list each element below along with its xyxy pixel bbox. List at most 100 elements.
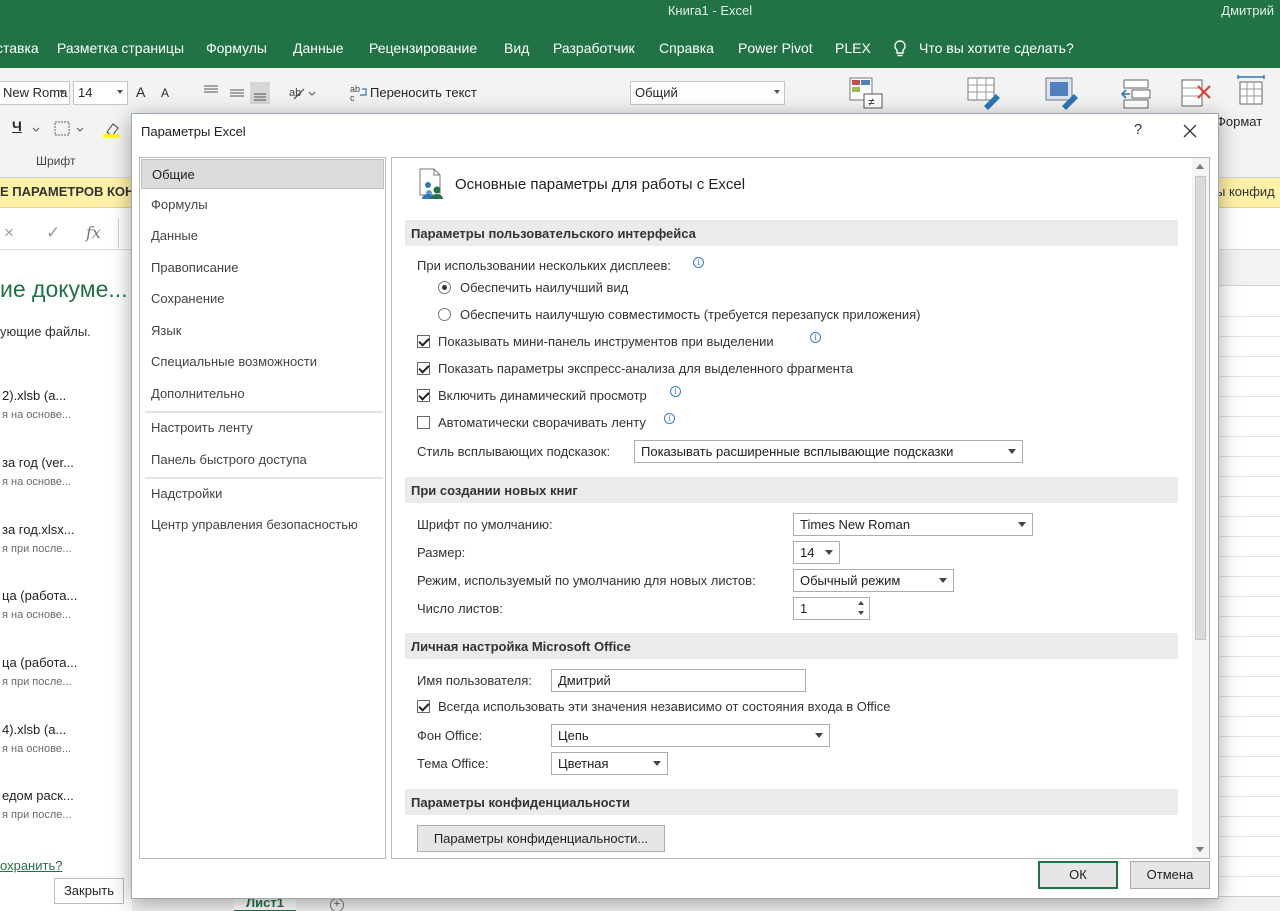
recovery-file-desc: я на основе... <box>2 609 72 621</box>
nav-item-customize-ribbon[interactable]: Настроить ленту <box>141 413 384 443</box>
minitoolbar-checkbox[interactable] <box>417 335 430 348</box>
always-use-values-checkbox[interactable] <box>417 700 430 713</box>
font-size-combobox[interactable]: 14 <box>73 81 128 105</box>
insert-cells-icon[interactable] <box>1118 76 1154 110</box>
wrap-text-button[interactable]: Переносить текст <box>370 85 477 100</box>
tab-developer[interactable]: Разработчик <box>553 40 635 56</box>
recovery-file-name[interactable]: за год (ver... <box>2 455 74 470</box>
live-preview-label[interactable]: Включить динамический просмотр <box>438 388 647 403</box>
chevron-down-icon <box>815 733 823 738</box>
user-name[interactable]: Дмитрий <box>1221 3 1274 18</box>
compatibility-label[interactable]: Обеспечить наилучшую совместимость (треб… <box>460 307 920 322</box>
recovery-close-button[interactable]: Закрыть <box>54 878 124 904</box>
nav-item-quick-access-toolbar[interactable]: Панель быстрого доступа <box>141 445 384 475</box>
save-question-link[interactable]: охранить? <box>0 858 62 873</box>
collapse-ribbon-label[interactable]: Автоматически сворачивать ленту <box>438 415 646 430</box>
delete-cells-icon[interactable] <box>1178 76 1214 110</box>
grid-row-line <box>1216 436 1280 437</box>
recovery-file-name[interactable]: 4).xlsb (а... <box>2 722 66 737</box>
font-name-combobox[interactable]: New Roma <box>0 81 70 105</box>
underline-button[interactable]: Ч <box>12 118 22 134</box>
collapse-ribbon-checkbox[interactable] <box>417 416 430 429</box>
cell-styles-icon[interactable] <box>1044 76 1080 110</box>
general-options-icon <box>418 167 448 201</box>
grid-row-line <box>1216 456 1280 457</box>
format-cells-icon[interactable] <box>1234 72 1270 106</box>
nav-item-proofing[interactable]: Правописание <box>141 253 384 283</box>
tab-data[interactable]: Данные <box>293 40 344 56</box>
recovery-file-name[interactable]: 2).xlsb (а... <box>2 388 66 403</box>
tell-me-search[interactable]: Что вы хотите сделать? <box>919 40 1074 56</box>
format-as-table-icon[interactable] <box>966 76 1002 110</box>
tab-power-pivot[interactable]: Power Pivot <box>738 40 813 56</box>
office-background-select[interactable]: Цепь <box>551 724 830 747</box>
worksheet-grid[interactable] <box>1216 250 1280 911</box>
office-theme-select[interactable]: Цветная <box>551 752 668 775</box>
nav-item-general[interactable]: Общие <box>141 159 384 189</box>
help-button[interactable]: ? <box>1128 121 1148 141</box>
font-size-select[interactable]: 14 <box>793 541 840 564</box>
recovery-file-desc: я на основе... <box>2 743 72 755</box>
nav-item-trust-center[interactable]: Центр управления безопасностью <box>141 510 384 540</box>
spin-up-icon[interactable] <box>858 601 864 605</box>
nav-item-formulas[interactable]: Формулы <box>141 190 384 220</box>
view-mode-select[interactable]: Обычный режим <box>793 569 954 592</box>
info-icon: i <box>693 257 704 268</box>
default-font-select[interactable]: Times New Roman <box>793 513 1033 536</box>
quick-analysis-label[interactable]: Показать параметры экспресс-анализа для … <box>438 361 853 376</box>
tab-formulas[interactable]: Формулы <box>206 40 267 56</box>
nav-item-language[interactable]: Язык <box>141 316 384 346</box>
recovery-file-name[interactable]: за год.xlsx... <box>2 522 75 537</box>
quick-analysis-checkbox[interactable] <box>417 362 430 375</box>
best-view-label[interactable]: Обеспечить наилучший вид <box>460 280 628 295</box>
scrollbar-thumb[interactable] <box>1195 176 1206 640</box>
tab-insert[interactable]: ставка <box>0 40 39 56</box>
username-label: Имя пользователя: <box>417 673 532 688</box>
privacy-settings-button[interactable]: Параметры конфиденциальности... <box>417 825 665 852</box>
sheet-count-spinner[interactable]: 1 <box>793 597 870 620</box>
view-mode-value: Обычный режим <box>800 573 901 588</box>
live-preview-checkbox[interactable] <box>417 389 430 402</box>
cancel-entry-icon[interactable]: × <box>4 223 14 243</box>
shrink-font-button[interactable]: A <box>161 86 169 100</box>
nav-item-accessibility[interactable]: Специальные возможности <box>141 347 384 377</box>
recovery-file-name[interactable]: ца (работа... <box>2 588 77 603</box>
format-button-label[interactable]: Формат <box>1216 114 1262 129</box>
compatibility-radio[interactable] <box>438 308 451 321</box>
minitoolbar-label[interactable]: Показывать мини-панель инструментов при … <box>438 334 774 349</box>
nav-item-advanced[interactable]: Дополнительно <box>141 379 384 409</box>
grow-font-button[interactable]: A <box>136 84 145 100</box>
nav-item-save[interactable]: Сохранение <box>141 284 384 314</box>
number-format-combobox[interactable]: Общий <box>630 81 785 105</box>
conditional-format-icon[interactable]: ≠ <box>848 76 884 110</box>
ribbon-tabs: ставка Разметка страницы Формулы Данные … <box>0 28 1280 68</box>
spin-down-icon[interactable] <box>858 611 864 615</box>
tooltip-style-value: Показывать расширенные всплывающие подск… <box>641 444 954 459</box>
ok-button[interactable]: ОК <box>1038 861 1118 889</box>
insert-function-icon[interactable]: fx <box>86 223 101 242</box>
tooltip-style-select[interactable]: Показывать расширенные всплывающие подск… <box>634 440 1023 463</box>
recovery-file-name[interactable]: едом раск... <box>2 788 74 803</box>
content-scrollbar[interactable] <box>1192 158 1209 858</box>
scroll-up-icon[interactable] <box>1196 164 1204 169</box>
nav-item-addins[interactable]: Надстройки <box>141 479 384 509</box>
add-sheet-button[interactable]: + <box>330 898 344 911</box>
text-orientation-icon[interactable]: ab <box>288 83 316 103</box>
confirm-entry-icon[interactable]: ✓ <box>46 223 60 243</box>
nav-item-data[interactable]: Данные <box>141 221 384 251</box>
username-input[interactable]: Дмитрий <box>551 669 806 692</box>
tab-page-layout[interactable]: Разметка страницы <box>57 40 184 56</box>
tab-plex[interactable]: PLEX <box>835 40 871 56</box>
best-view-radio[interactable] <box>438 281 451 294</box>
tab-review[interactable]: Рецензирование <box>369 40 477 56</box>
recovery-file-name[interactable]: ца (работа... <box>2 655 77 670</box>
info-icon: i <box>664 413 675 424</box>
formula-input[interactable] <box>118 218 132 248</box>
tab-view[interactable]: Вид <box>504 40 529 56</box>
align-buttons[interactable] <box>200 82 270 104</box>
tab-help[interactable]: Справка <box>659 40 714 56</box>
close-icon[interactable] <box>1180 121 1200 141</box>
scroll-down-icon[interactable] <box>1196 847 1204 852</box>
cancel-button[interactable]: Отмена <box>1130 861 1210 889</box>
always-use-values-label[interactable]: Всегда использовать эти значения независ… <box>438 699 890 714</box>
